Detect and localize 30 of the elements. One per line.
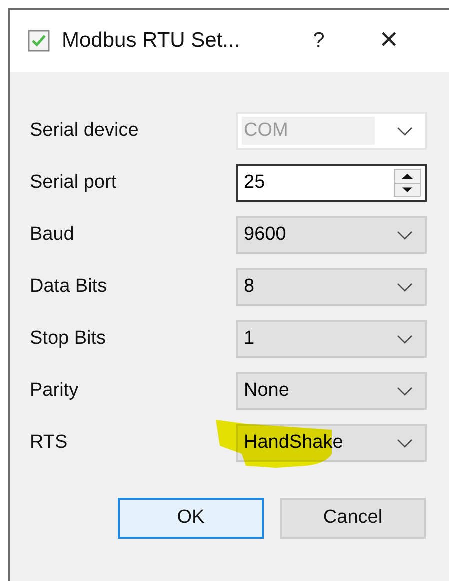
- dropdown[interactable]: 8: [236, 268, 427, 306]
- field-label: RTS: [30, 430, 69, 455]
- chevron-down-icon: [397, 126, 413, 136]
- field-value: None: [243, 378, 290, 403]
- chevron-down-icon: [397, 230, 413, 240]
- field-value: 1: [243, 326, 256, 351]
- help-button[interactable]: ?: [304, 25, 334, 57]
- chevron-down-icon: [397, 334, 413, 344]
- field-value: 9600: [243, 222, 288, 247]
- field-label: Baud: [30, 222, 76, 247]
- field-label: Serial device: [30, 118, 140, 143]
- window-title: Modbus RTU Set...: [62, 28, 242, 54]
- dialog-button[interactable]: Cancel: [280, 498, 426, 539]
- field-value: 8: [243, 274, 256, 299]
- spin-buttons[interactable]: [394, 169, 421, 197]
- dialog-button[interactable]: OK: [118, 498, 264, 539]
- dropdown[interactable]: None: [236, 372, 427, 410]
- chevron-down-icon: [397, 282, 413, 292]
- spin-field[interactable]: 25: [236, 164, 427, 202]
- field-label: Serial port: [30, 170, 118, 195]
- close-button[interactable]: ✕: [374, 23, 404, 59]
- chevron-down-icon: [397, 386, 413, 396]
- checkbox-icon: [28, 30, 50, 52]
- dropdown[interactable]: 9600: [236, 216, 427, 254]
- field-value: 25: [244, 170, 266, 195]
- dropdown[interactable]: 1: [236, 320, 427, 358]
- field-label: Data Bits: [30, 274, 108, 299]
- field-value: COM: [242, 116, 375, 146]
- field-label: Stop Bits: [30, 326, 108, 351]
- field-label: Parity: [30, 378, 80, 403]
